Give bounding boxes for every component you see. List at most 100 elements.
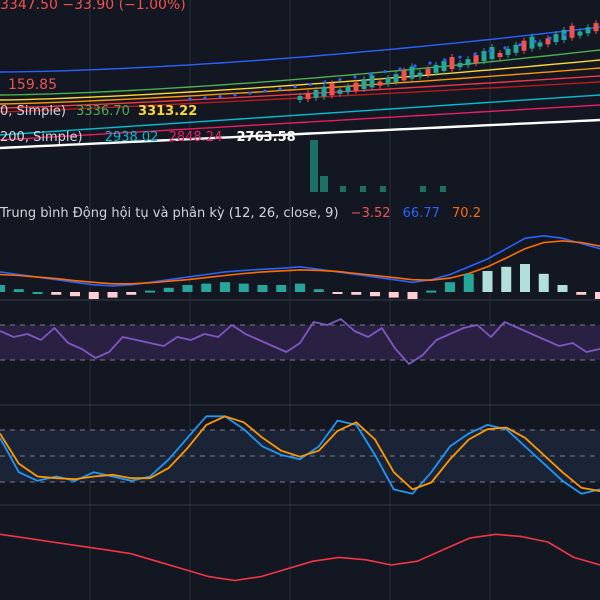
macd-histogram-bar: [595, 292, 600, 299]
candle-body: [569, 25, 575, 38]
price-change-label: 3347.50 −33.90 (−1.00%): [0, 0, 186, 13]
candle-body: [385, 77, 391, 84]
psar-dot: [548, 36, 552, 40]
psar-dot: [368, 72, 372, 76]
candle-body: [489, 47, 495, 60]
macd-histogram-bar: [501, 266, 512, 292]
ma-value-cyan: 2938.02: [104, 130, 159, 145]
macd-histogram-bar: [370, 292, 380, 297]
candle-body: [457, 63, 463, 68]
macd-signal-value: 70.2: [452, 206, 481, 221]
macd-histogram-bar: [351, 292, 362, 295]
psar-dot: [263, 89, 267, 93]
chart-canvas[interactable]: [0, 0, 600, 600]
ma-legend-row3-prefix: 200, Simple): [0, 130, 83, 145]
macd-histogram-bar: [257, 285, 268, 292]
psar-dot: [233, 93, 237, 97]
candle-body: [321, 86, 327, 97]
psar-dot: [488, 49, 492, 53]
psar-dot: [353, 75, 357, 79]
candle-body: [417, 72, 423, 77]
macd-histogram-bar: [163, 287, 174, 292]
psar-dot: [518, 43, 522, 47]
candle-body: [345, 86, 351, 93]
macd-histogram-bar: [32, 292, 43, 294]
macd-histogram-bar: [445, 282, 455, 292]
candle-body: [329, 83, 335, 96]
psar-dot: [188, 97, 192, 101]
candle-body: [473, 55, 479, 64]
volume-bar: [320, 176, 328, 192]
macd-histogram-bar: [463, 273, 474, 292]
macd-histogram-bar: [238, 283, 249, 292]
candle-body: [377, 81, 383, 86]
candle-body: [513, 44, 519, 53]
psar-dot: [323, 80, 327, 84]
macd-legend-title[interactable]: Trung bình Động hội tụ và phân kỳ (12, 2…: [0, 206, 339, 221]
macd-histogram-bar: [145, 290, 155, 293]
candle-body: [401, 70, 407, 81]
ma-value-green: 3336.70: [76, 104, 130, 119]
candle-body: [393, 74, 399, 83]
psar-dot: [458, 55, 462, 59]
candle-body: [577, 31, 583, 36]
candle-body: [425, 68, 431, 75]
psar-dot: [473, 52, 477, 56]
macd-hist-value: −3.52: [350, 206, 391, 221]
ma-legend-row-3: 200, Simple) 2938.02 2848.24 2763.58: [0, 130, 296, 146]
candle-body: [337, 89, 343, 94]
rsi-pane[interactable]: [0, 318, 600, 365]
macd-histogram-bar: [538, 273, 549, 292]
macd-histogram-bar: [88, 292, 99, 299]
candle-body: [433, 64, 439, 73]
macd-histogram-bar: [13, 289, 24, 292]
psar-dot: [443, 58, 447, 62]
candle-body: [305, 93, 311, 100]
volume-pane: [310, 140, 446, 192]
ma-value-pink: 2848.24: [168, 130, 223, 145]
psar-dot: [383, 69, 387, 74]
psar-dot: [533, 39, 537, 44]
macd-histogram-bar: [126, 292, 137, 295]
candle-body: [553, 34, 559, 43]
candle-body: [361, 79, 367, 90]
candle-body: [481, 51, 487, 62]
psar-dot: [563, 33, 567, 37]
macd-histogram-bar: [182, 285, 193, 292]
macd-histogram-bar: [276, 285, 287, 292]
macd-histogram-bar: [220, 282, 230, 292]
macd-histogram-bar: [388, 292, 399, 298]
psar-dot: [278, 87, 282, 91]
macd-histogram-bar: [332, 292, 343, 294]
psar-dot: [428, 61, 432, 65]
volume-bar: [310, 140, 318, 192]
macd-histogram-bar: [520, 264, 530, 292]
psar-dot: [398, 67, 402, 71]
psar-dot: [413, 64, 417, 68]
candle-body: [353, 82, 359, 91]
candle-body: [505, 48, 511, 55]
macd-histogram-bar: [557, 285, 568, 292]
volume-bar: [440, 186, 446, 192]
psar-dot: [308, 82, 312, 87]
macd-histogram-bar: [407, 292, 418, 299]
ma-legend-row-2: 0, Simple) 3336.70 3313.22: [0, 104, 197, 120]
ma-legend-row2-prefix: 0, Simple): [0, 104, 66, 119]
candle-body: [369, 75, 375, 88]
macd-histogram-bar: [0, 285, 5, 292]
macd-histogram-bar: [576, 292, 587, 295]
psar-dot: [293, 85, 297, 89]
volume-bar: [420, 186, 426, 192]
candle-body: [521, 40, 527, 51]
ma-value-white: 2763.58: [236, 130, 296, 145]
candle-body: [449, 57, 455, 70]
candle-body: [441, 60, 447, 71]
macd-histogram-bar: [426, 290, 437, 293]
candle-body: [465, 59, 471, 66]
candle-body: [313, 89, 319, 98]
macd-legend: Trung bình Động hội tụ và phân kỳ (12, 2…: [0, 206, 481, 222]
macd-histogram-bar: [107, 292, 118, 298]
candle-body: [409, 66, 415, 79]
macd-histogram-bar: [201, 283, 212, 292]
candle-body: [297, 96, 303, 100]
